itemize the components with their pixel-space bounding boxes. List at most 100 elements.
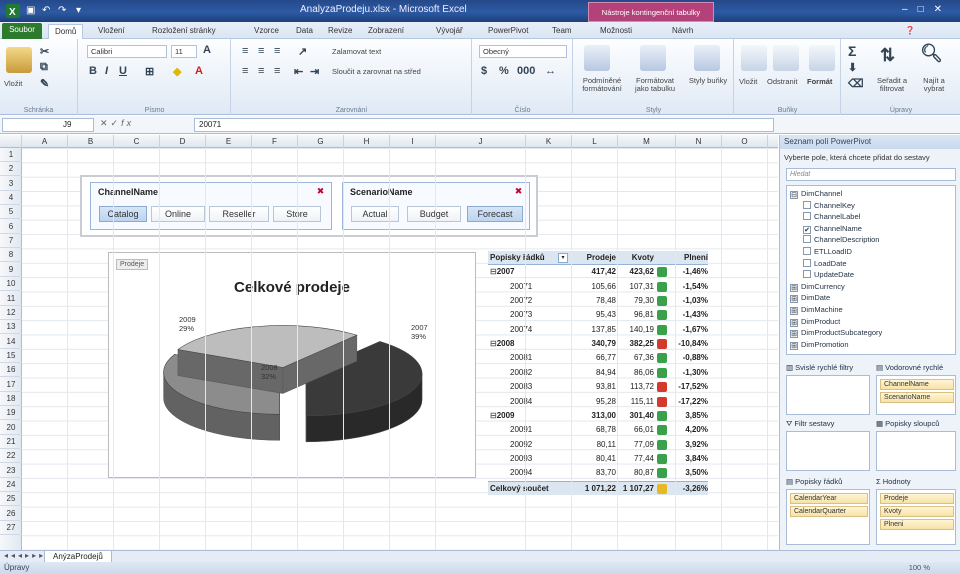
fill-color-icon[interactable]: ◆	[173, 65, 181, 78]
row-header[interactable]: 14	[0, 335, 22, 349]
expand-icon[interactable]: ⊟	[790, 191, 798, 199]
expand-icon[interactable]: ⊞	[790, 295, 798, 304]
column-header[interactable]: E	[206, 135, 252, 148]
row-header[interactable]: 26	[0, 507, 22, 521]
quick-access-dropdown-icon[interactable]: ▾	[76, 4, 81, 18]
autosum-icon[interactable]: Σ	[848, 43, 856, 59]
field-checkbox[interactable]	[803, 212, 811, 221]
borders-icon[interactable]: ⊞	[145, 65, 154, 78]
bold-icon[interactable]: B	[89, 65, 97, 77]
column-header[interactable]: M	[618, 135, 676, 148]
row-header[interactable]: 17	[0, 378, 22, 392]
field-checkbox[interactable]	[803, 235, 811, 244]
worksheet-grid[interactable]: ABCDEFGHIJKLMNO 1 2 3 4 5 6 7 8 9 10 11 12 13 14 15 16 1…	[0, 135, 778, 550]
find-select-icon[interactable]: 🔍︎	[920, 43, 943, 64]
column-header[interactable]: F	[252, 135, 298, 148]
row-header[interactable]: 6	[0, 220, 22, 234]
align-top-icon[interactable]: ≡	[242, 45, 248, 57]
decimal-icon[interactable]: ↔	[545, 65, 556, 77]
filter-dropdown-icon[interactable]: ▾	[558, 253, 568, 263]
fill-icon[interactable]: ⬇	[848, 61, 857, 74]
row-header[interactable]: 19	[0, 406, 22, 421]
sort-filter-button[interactable]: Seřadit a filtrovat	[874, 77, 910, 93]
zone-chip[interactable]: ChannelName	[880, 379, 954, 390]
percent-icon[interactable]: %	[499, 65, 509, 77]
tab-insert[interactable]: Vložení	[98, 24, 125, 39]
merge-center-button[interactable]: Sloučit a zarovnat na střed	[332, 67, 421, 76]
tab-data[interactable]: Data	[296, 24, 313, 39]
column-header[interactable]: K	[526, 135, 572, 148]
column-labels-zone[interactable]	[876, 431, 956, 471]
cancel-icon[interactable]: ✕	[100, 118, 111, 128]
cut-icon[interactable]: ✂	[40, 45, 49, 58]
column-header[interactable]: N	[676, 135, 722, 148]
tab-team[interactable]: Team	[552, 24, 572, 39]
align-right-icon[interactable]: ≡	[274, 65, 280, 77]
slicer-item-catalog[interactable]: Catalog	[99, 206, 147, 222]
row-header[interactable]: 4	[0, 191, 22, 206]
column-header[interactable]: H	[344, 135, 390, 148]
format-as-table-icon[interactable]	[640, 45, 666, 71]
maximize-icon[interactable]: □	[918, 4, 934, 15]
format-cells-icon[interactable]	[809, 45, 835, 71]
formula-input[interactable]: 20071	[194, 118, 774, 132]
field-checkbox[interactable]: ✔	[803, 225, 811, 234]
row-header[interactable]: 23	[0, 464, 22, 478]
insert-function-icon[interactable]: fx	[121, 118, 134, 128]
row-labels-zone[interactable]: CalendarYear CalendarQuarter	[786, 489, 870, 545]
row-header[interactable]: 2	[0, 162, 22, 177]
format-cells-button[interactable]: Formát	[807, 77, 832, 86]
align-left-icon[interactable]: ≡	[242, 65, 248, 77]
row-header[interactable]: 27	[0, 521, 22, 536]
row-header[interactable]: 16	[0, 363, 22, 378]
column-header[interactable]: G	[298, 135, 344, 148]
zone-chip[interactable]: Plneni	[880, 519, 954, 530]
expand-icon[interactable]: ⊞	[790, 330, 798, 339]
clear-filter-icon[interactable]: ✖	[315, 186, 326, 197]
number-format-select[interactable]: Obecný	[479, 45, 567, 58]
row-header[interactable]: 20	[0, 421, 22, 435]
zone-chip[interactable]: Prodeje	[880, 493, 954, 504]
paste-button[interactable]: Vložit	[4, 79, 22, 88]
tab-review[interactable]: Revize	[328, 24, 352, 39]
values-zone[interactable]: Prodeje Kvoty Plneni	[876, 489, 956, 545]
orientation-icon[interactable]: ↗	[298, 45, 307, 58]
slicer-item-budget[interactable]: Budget	[407, 206, 461, 222]
redo-icon[interactable]: ↷	[58, 4, 66, 18]
slicer-item-actual[interactable]: Actual	[351, 206, 399, 222]
sales-pie-chart[interactable]: Prodeje Celkové prodeje 2009 29% 2007 39…	[108, 252, 476, 478]
slicer-item-forecast[interactable]: Forecast	[467, 206, 523, 222]
sheet-nav-arrows[interactable]: ◂◂◂▸▸▸	[4, 551, 46, 560]
cell-styles-button[interactable]: Styly buňky	[688, 77, 728, 85]
sort-filter-icon[interactable]: ⇅	[880, 45, 895, 66]
align-middle-icon[interactable]: ≡	[258, 45, 264, 57]
field-checkbox[interactable]	[803, 270, 811, 279]
zoom-level[interactable]: 100 %	[909, 563, 930, 572]
tab-formulas[interactable]: Vzorce	[254, 24, 279, 39]
tab-view[interactable]: Zobrazení	[368, 24, 404, 39]
underline-icon[interactable]: U	[119, 65, 127, 77]
tab-page-layout[interactable]: Rozložení stránky	[152, 24, 216, 39]
font-size-select[interactable]: 11	[171, 45, 197, 58]
field-checkbox[interactable]	[803, 200, 811, 209]
field-node[interactable]: ChannelDescription	[803, 235, 879, 245]
select-all-corner[interactable]	[0, 135, 22, 148]
row-header[interactable]: 25	[0, 492, 22, 507]
delete-cells-button[interactable]: Odstranit	[767, 77, 797, 86]
expand-icon[interactable]: ⊞	[790, 283, 798, 292]
insert-cells-icon[interactable]	[741, 45, 767, 71]
name-box[interactable]: J9	[2, 118, 94, 132]
close-icon[interactable]: ✕	[934, 4, 952, 15]
field-node[interactable]: LoadDate	[803, 258, 847, 269]
field-table-node[interactable]: ⊞ DimProductSubcategory	[790, 328, 882, 339]
tab-developer[interactable]: Vývojář	[436, 24, 463, 39]
font-color-icon[interactable]: A	[195, 65, 203, 77]
slicer-scenarioname[interactable]: ScenarioName ✖ Actual Budget Forecast	[342, 182, 530, 230]
clear-icon[interactable]: ⌫	[848, 77, 864, 90]
insert-cells-button[interactable]: Vložit	[739, 77, 757, 86]
collapse-icon[interactable]: ⊟	[490, 267, 497, 276]
field-node[interactable]: ✔ ChannelName	[803, 224, 862, 234]
clear-filter-icon[interactable]: ✖	[513, 186, 524, 197]
field-checkbox[interactable]	[803, 258, 811, 267]
vertical-slicers-zone[interactable]	[786, 375, 870, 415]
